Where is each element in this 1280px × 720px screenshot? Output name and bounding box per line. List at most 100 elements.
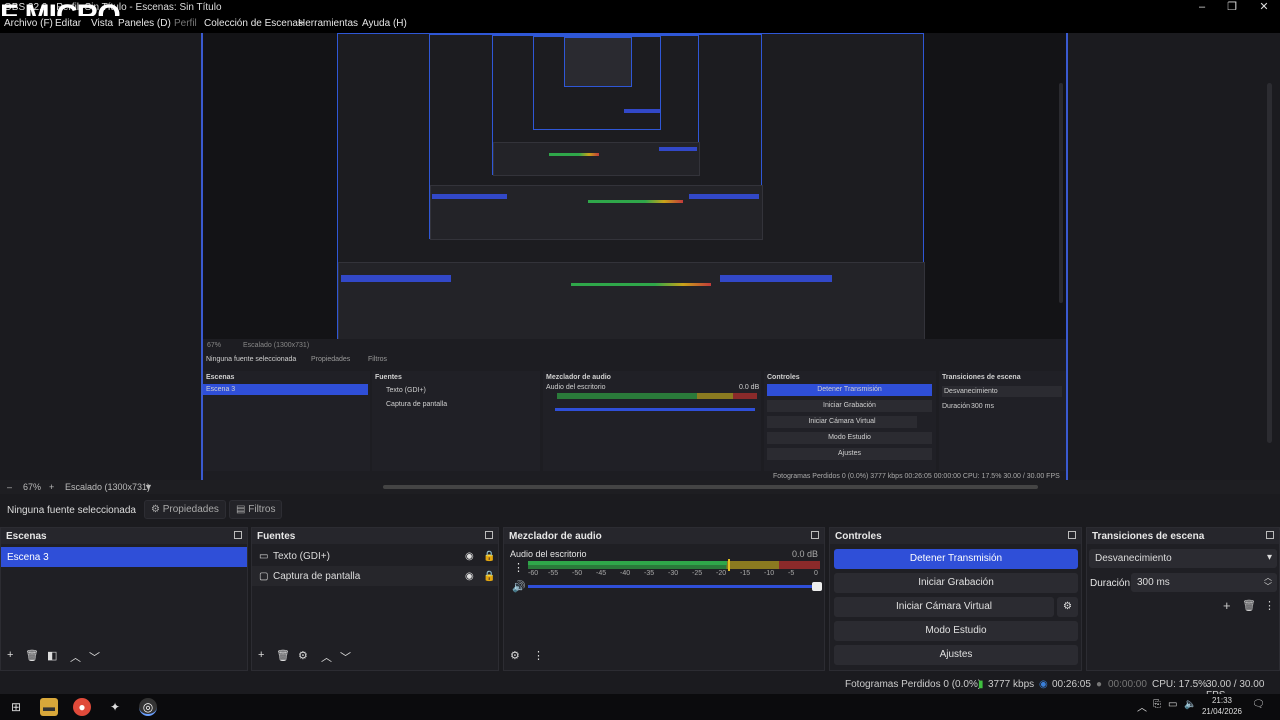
properties-button[interactable]: ⚙ Propiedades — [144, 500, 226, 519]
clock-time: 21:33 — [1211, 696, 1232, 705]
lock-icon[interactable]: 🔒 — [483, 571, 495, 582]
controls-dock: Controles Detener Transmisión Iniciar Gr… — [829, 527, 1082, 671]
tray-app-icon[interactable]: ⎘ — [1153, 699, 1161, 710]
chevron-down-icon[interactable]: ﹀ — [89, 649, 100, 665]
menu-vista[interactable]: Vista — [91, 18, 113, 29]
mini-studio: Modo Estudio — [767, 432, 932, 444]
more-icon[interactable]: ⋮ — [533, 649, 544, 662]
advanced-audio-icon[interactable]: ⚙ — [510, 649, 520, 662]
transitions-dock: Transiciones de escena Desvanecimiento ▾… — [1086, 527, 1280, 671]
eye-icon[interactable]: ◉ — [465, 571, 474, 582]
mini-transitions-title: Transiciones de escena — [942, 374, 1021, 381]
mini-virtual-cam: Iniciar Cámara Virtual — [767, 416, 917, 428]
start-recording-button[interactable]: Iniciar Grabación — [834, 573, 1078, 593]
tick: -5 — [788, 570, 795, 577]
menu-ayuda[interactable]: Ayuda (H) — [362, 18, 407, 29]
filters-icon: ▤ — [236, 504, 249, 515]
menu-perfil[interactable]: Perfil — [174, 18, 197, 29]
zoom-bar: – 67% + Escalado (1300x731) ▼ — [0, 480, 1280, 494]
transition-selected: Desvanecimiento — [1095, 553, 1172, 564]
menu-herramientas[interactable]: Herramientas — [298, 18, 358, 29]
undock-icon[interactable] — [485, 531, 493, 539]
source-item-text[interactable]: ▭ Texto (GDI+) ◉ 🔒 — [252, 546, 498, 566]
mini-sources-title: Fuentes — [375, 374, 402, 381]
file-explorer-icon[interactable]: ▬ — [40, 698, 58, 716]
source-item-capture[interactable]: ▢ Captura de pantalla ◉ 🔒 — [252, 566, 498, 586]
mini-scene-item: Escena 3 — [203, 384, 368, 395]
menu-archivo[interactable]: Archivo (F) — [4, 18, 53, 29]
gear-icon[interactable]: ⚙ — [298, 649, 308, 662]
eye-icon[interactable]: ◉ — [465, 551, 474, 562]
network-icon[interactable]: ▭ — [1168, 699, 1177, 710]
app-icon[interactable]: ✦ — [106, 698, 124, 716]
stop-stream-button[interactable]: Detener Transmisión — [834, 549, 1078, 569]
volume-slider-handle[interactable] — [812, 582, 822, 591]
volume-slider[interactable] — [528, 582, 822, 591]
preview-horizontal-scrollbar[interactable] — [383, 485, 1038, 489]
properties-bar: Ninguna fuente seleccionada ⚙ Propiedade… — [0, 497, 1280, 523]
duration-value: 300 ms — [1137, 577, 1170, 588]
add-icon[interactable]: + — [1223, 598, 1231, 613]
nested-docks-2 — [430, 185, 763, 240]
taskbar: ⊞ ▬ ● ✦ ◎ ︿ ⎘ ▭ 🔈 21:33 21/04/2026 🗨 — [0, 694, 1280, 720]
title-bar: OBS 32.0 - Perfil: Sin Título - Escenas:… — [0, 0, 1280, 16]
chevron-up-icon[interactable]: ︿ — [70, 649, 81, 665]
duration-spinbox[interactable]: 300 ms ︿ ﹀ — [1131, 573, 1277, 592]
speaker-icon[interactable]: 🔊 — [512, 580, 526, 593]
transition-select[interactable]: Desvanecimiento ▾ — [1089, 549, 1277, 568]
add-icon[interactable]: + — [258, 649, 264, 661]
scenes-header: Escenas — [1, 528, 247, 544]
undock-icon[interactable] — [1266, 531, 1274, 539]
notifications-icon[interactable]: 🗨 — [1252, 699, 1265, 710]
mini-scenes-title: Escenas — [206, 374, 235, 381]
preview-area[interactable]: 67% Escalado (1300x731) Ninguna fuente s… — [0, 33, 1280, 480]
undock-icon[interactable] — [234, 531, 242, 539]
close-button[interactable]: ✕ — [1249, 0, 1279, 16]
tick: -40 — [620, 570, 631, 577]
scene-item[interactable]: Escena 3 — [1, 547, 247, 567]
mini-controls-title: Controles — [767, 374, 800, 381]
mini-controls-dock: Controles Detener Transmisión Iniciar Gr… — [764, 371, 936, 471]
trash-icon[interactable]: 🗑 — [1242, 599, 1256, 612]
undock-icon[interactable] — [1068, 531, 1076, 539]
scaling-dropdown-icon[interactable]: ▼ — [144, 482, 153, 492]
trash-icon[interactable]: 🗑 — [276, 649, 290, 662]
menu-coleccion-escenas[interactable]: Colección de Escenas — [204, 18, 303, 29]
volume-icon[interactable]: 🔈 — [1184, 699, 1196, 710]
zoom-out-button[interactable]: – — [7, 482, 12, 492]
menu-editar[interactable]: Editar — [55, 18, 81, 29]
taskbar-clock[interactable]: 21:33 21/04/2026 — [1202, 695, 1242, 717]
windows-start-icon[interactable]: ⊞ — [7, 698, 25, 716]
chrome-icon[interactable]: ● — [73, 698, 91, 716]
obs-icon[interactable]: ◎ — [139, 698, 157, 716]
maximize-button[interactable]: ❐ — [1217, 0, 1247, 16]
controls-header: Controles — [830, 528, 1081, 544]
record-time: 00:00:00 — [1108, 679, 1147, 690]
nested-docks-3 — [493, 142, 700, 176]
trash-icon[interactable]: 🗑 — [25, 649, 39, 662]
add-icon[interactable]: + — [7, 649, 13, 661]
menu-paneles[interactable]: Paneles (D) — [118, 18, 171, 29]
preview-vertical-scrollbar[interactable] — [1267, 83, 1272, 443]
status-bar: Fotogramas Perdidos 0 (0.0%) ▮ 3777 kbps… — [0, 674, 1280, 701]
more-icon[interactable]: ⋮ — [513, 561, 524, 574]
virtual-camera-settings-button[interactable]: ⚙ — [1057, 597, 1078, 617]
more-icon[interactable]: ⋮ — [1264, 599, 1275, 612]
studio-mode-button[interactable]: Modo Estudio — [834, 621, 1078, 641]
sources-toolbar: + 🗑 ⚙ ︿ ﹀ — [252, 646, 498, 668]
preview-canvas[interactable]: 67% Escalado (1300x731) Ninguna fuente s… — [201, 33, 1068, 480]
zoom-in-button[interactable]: + — [49, 482, 54, 492]
spin-icon[interactable]: ︿ ﹀ — [1264, 573, 1272, 591]
start-virtual-camera-button[interactable]: Iniciar Cámara Virtual — [834, 597, 1054, 617]
tray-chevron-icon[interactable]: ︿ — [1137, 699, 1147, 714]
lock-icon[interactable]: 🔒 — [483, 551, 495, 562]
chevron-down-icon[interactable]: ﹀ — [340, 649, 351, 665]
mini-duration: 300 ms — [971, 403, 994, 410]
undock-icon[interactable] — [811, 531, 819, 539]
filters-button[interactable]: ▤ Filtros — [229, 500, 283, 519]
chevron-up-icon[interactable]: ︿ — [321, 649, 332, 665]
settings-button[interactable]: Ajustes — [834, 645, 1078, 665]
minimize-button[interactable]: – — [1187, 0, 1217, 16]
filter-icon[interactable]: ◧ — [47, 649, 57, 662]
sources-title: Fuentes — [257, 531, 296, 542]
